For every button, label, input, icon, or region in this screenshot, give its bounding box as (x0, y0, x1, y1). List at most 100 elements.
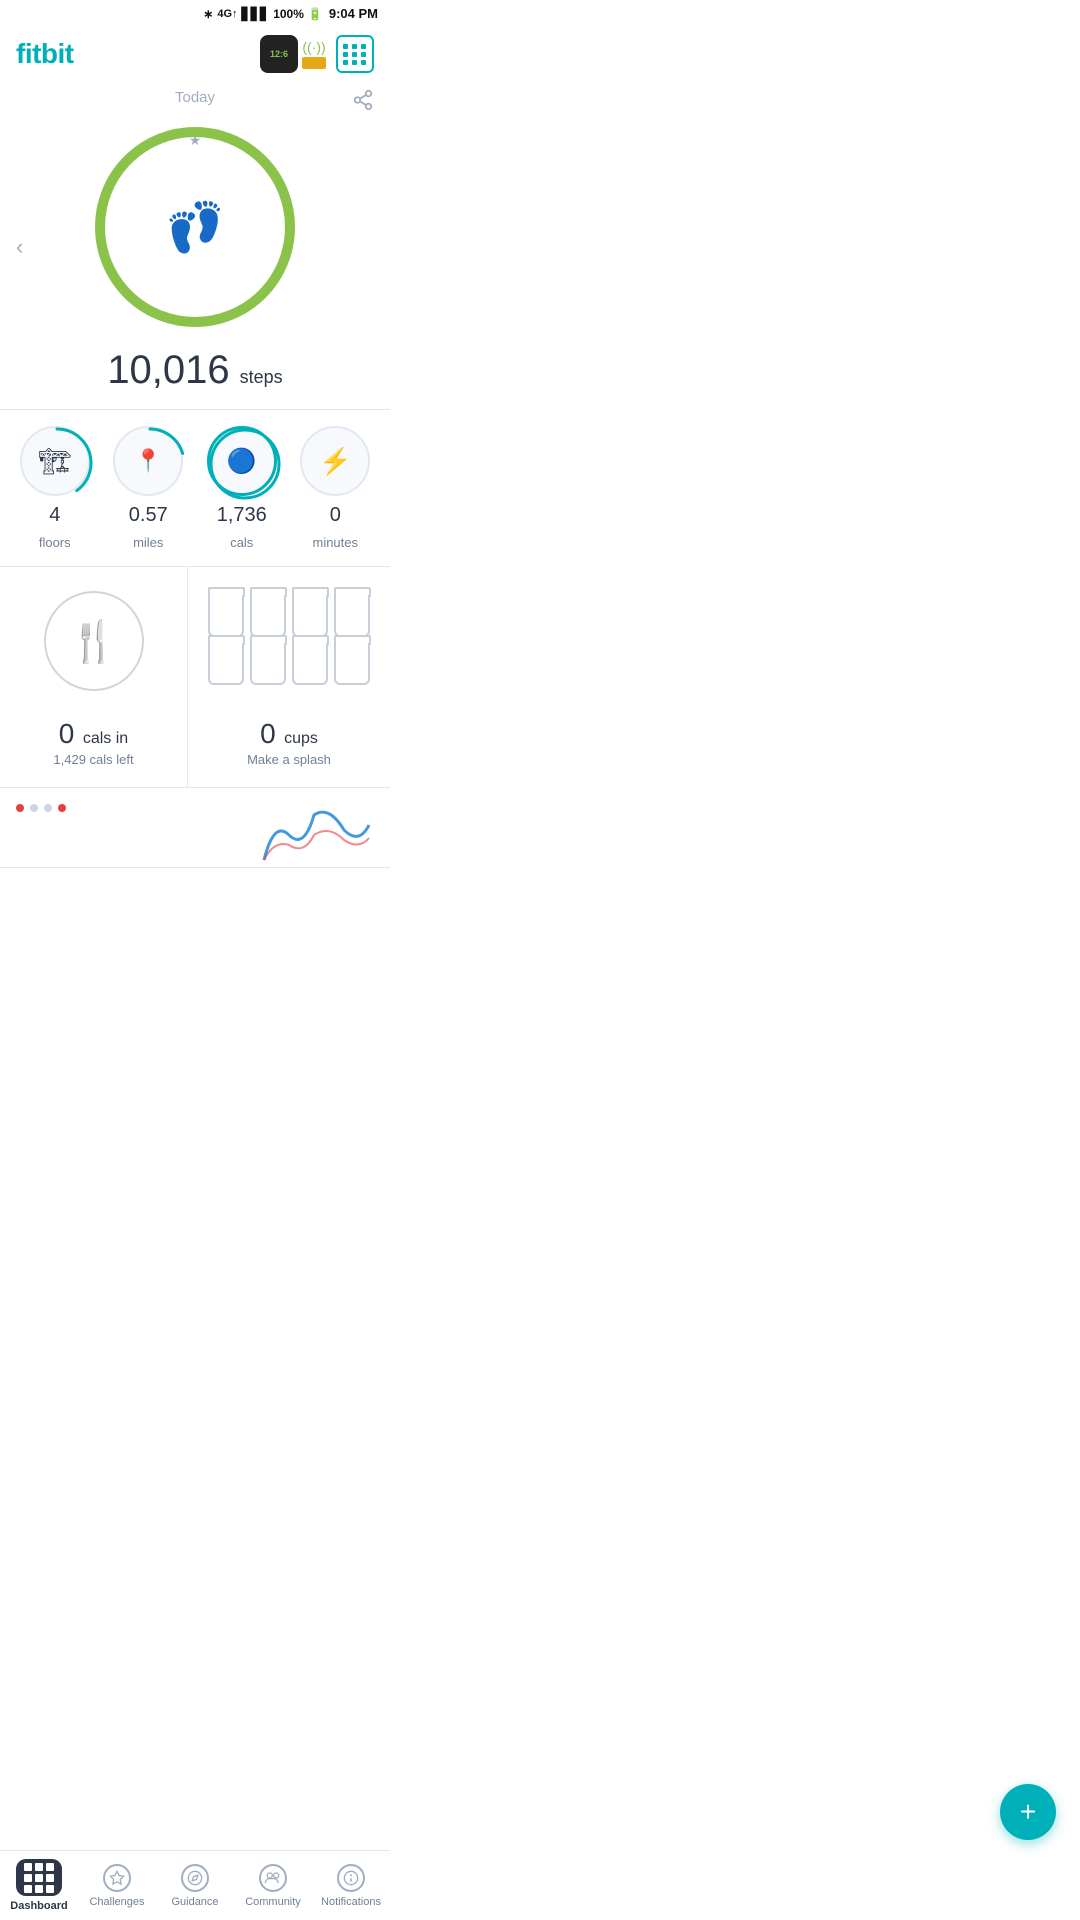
water-glass (208, 643, 244, 685)
nav-item-notifications[interactable]: Notifications (312, 1851, 390, 1920)
chart-section (0, 788, 390, 868)
device-battery (302, 57, 326, 69)
water-glass (334, 643, 370, 685)
today-section: Today ‹ ★ 👣 10,016 steps (0, 85, 390, 409)
cals-in-value: 0 (59, 718, 75, 749)
grid-dot (343, 52, 348, 57)
nav-item-dashboard[interactable]: Dashboard (0, 1851, 78, 1920)
tiles-row: 🍴 0 cals in 1,429 cals left (0, 567, 390, 788)
share-button[interactable] (352, 89, 374, 116)
water-glass (334, 595, 370, 637)
grid-square (24, 1863, 32, 1871)
floors-stat[interactable]: 🏗 4 floors (20, 426, 90, 550)
steps-count-row: 10,016 steps (107, 348, 282, 393)
challenges-label: Challenges (89, 1896, 144, 1908)
food-icon: 🍴 (69, 618, 119, 665)
notifications-icon (337, 1864, 365, 1892)
chart-preview (254, 800, 374, 868)
steps-count: 10,016 (107, 348, 229, 393)
bottom-navigation: Dashboard Challenges Guidance Co (0, 1850, 390, 1920)
device-icon[interactable]: 12:6 (260, 35, 298, 73)
wifi-icon: ((·)) (302, 39, 325, 55)
grid-square (35, 1874, 43, 1882)
cals-left: 1,429 cals left (53, 752, 133, 767)
grid-square (24, 1874, 32, 1882)
calories-progress (207, 426, 283, 502)
grid-square (46, 1874, 54, 1882)
clock: 9:04 PM (329, 6, 378, 21)
water-stats: 0 cups Make a splash (247, 718, 331, 767)
water-subtitle: Make a splash (247, 752, 331, 767)
floors-value: 4 (49, 504, 60, 527)
cups-value: 0 (260, 718, 276, 749)
grid-square (46, 1885, 54, 1893)
main-content: Today ‹ ★ 👣 10,016 steps (0, 85, 390, 868)
water-glass (292, 595, 328, 637)
lte-icon: 4G↑ (217, 8, 237, 20)
cals-in-unit: cals in (83, 730, 128, 747)
community-label: Community (245, 1896, 301, 1908)
water-glass (292, 643, 328, 685)
nav-item-guidance[interactable]: Guidance (156, 1851, 234, 1920)
calories-label: cals (230, 535, 253, 550)
floors-circle: 🏗 (20, 426, 90, 496)
water-glass (208, 595, 244, 637)
dashboard-label: Dashboard (10, 1900, 67, 1912)
bluetooth-icon: ∗ (203, 7, 213, 21)
grid-dot (352, 52, 357, 57)
battery-percent: 100% (273, 7, 304, 21)
minutes-circle: ⚡ (300, 426, 370, 496)
page-dot (58, 804, 66, 812)
water-glasses (204, 591, 374, 689)
menu-button[interactable] (336, 35, 374, 73)
grid-dot (343, 44, 348, 49)
calories-stat[interactable]: 🔵 1,736 cals (207, 426, 277, 550)
challenges-icon (103, 1864, 131, 1892)
page-dot (30, 804, 38, 812)
floors-label: floors (39, 535, 71, 550)
grid-dot (343, 60, 348, 65)
calories-circle: 🔵 (207, 426, 277, 496)
calories-value: 1,736 (217, 504, 267, 527)
community-icon (259, 1864, 287, 1892)
grid-square (35, 1863, 43, 1871)
page-dot (16, 804, 24, 812)
signal-icon: ▋▋▋ (242, 7, 270, 21)
food-circle: 🍴 (44, 591, 144, 691)
miles-circle: 📍 (113, 426, 183, 496)
cups-unit: cups (284, 730, 318, 747)
miles-progress (112, 425, 188, 501)
minutes-value: 0 (330, 504, 341, 527)
grid-dot (361, 44, 366, 49)
prev-day-button[interactable]: ‹ (16, 234, 23, 260)
grid-dot (352, 60, 357, 65)
steps-label: steps (240, 367, 283, 388)
water-glass (250, 595, 286, 637)
add-button[interactable]: + (1000, 1784, 1056, 1840)
minutes-stat[interactable]: ⚡ 0 minutes (300, 426, 370, 550)
stats-row: 🏗 4 floors 📍 0.57 miles 🔵 (0, 409, 390, 567)
guidance-icon (181, 1864, 209, 1892)
grid-square (35, 1885, 43, 1893)
add-icon: + (1020, 1796, 1036, 1828)
today-label: Today (175, 89, 215, 106)
nav-item-community[interactable]: Community (234, 1851, 312, 1920)
miles-stat[interactable]: 📍 0.57 miles (113, 426, 183, 550)
status-icons: ∗ 4G↑ ▋▋▋ 100% 🔋 (203, 7, 323, 21)
grid-dot (361, 60, 366, 65)
grid-dot (352, 44, 357, 49)
footprint-icon: 👣 (165, 199, 225, 256)
page-dot (44, 804, 52, 812)
grid-square (46, 1863, 54, 1871)
guidance-label: Guidance (171, 1896, 218, 1908)
grid-square (24, 1885, 32, 1893)
nav-item-challenges[interactable]: Challenges (78, 1851, 156, 1920)
page-dots (16, 800, 66, 812)
lightning-icon: ⚡ (319, 446, 351, 477)
food-tile[interactable]: 🍴 0 cals in 1,429 cals left (0, 567, 188, 787)
fitbit-logo: fitbit (16, 38, 74, 70)
dashboard-grid-icon (24, 1863, 54, 1893)
minutes-label: minutes (312, 535, 358, 550)
water-tile[interactable]: 0 cups Make a splash (188, 567, 390, 787)
steps-ring[interactable]: ★ 👣 (90, 122, 300, 332)
